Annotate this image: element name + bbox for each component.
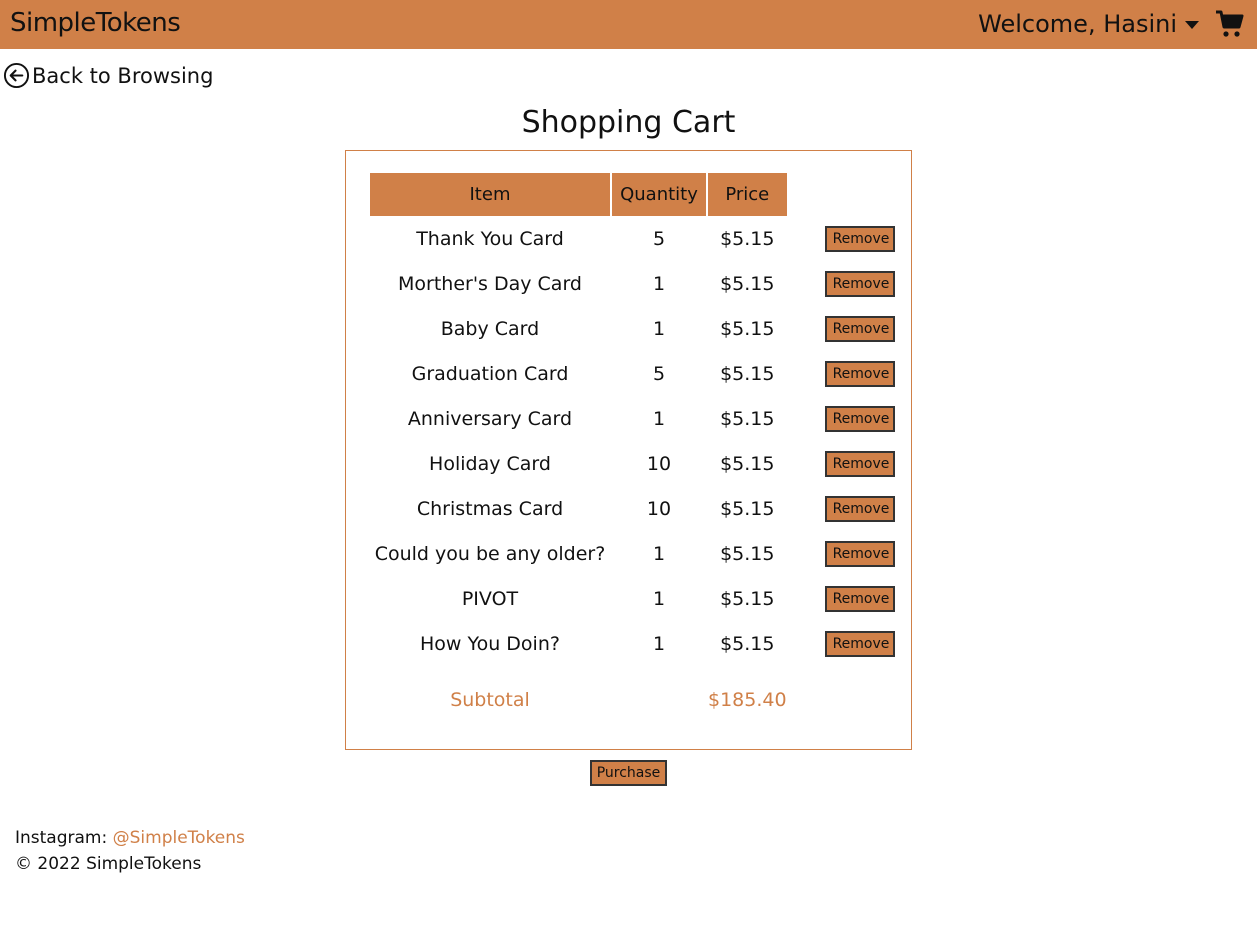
cart-table: Item Quantity Price Thank You Card 5 $5.15… bbox=[368, 173, 911, 726]
item-name: Baby Card bbox=[440, 317, 540, 340]
subtotal-spacer bbox=[612, 666, 706, 726]
chevron-down-icon[interactable] bbox=[1185, 21, 1199, 29]
item-action-cell: Remove bbox=[789, 486, 909, 531]
item-action-cell: Remove bbox=[789, 441, 909, 486]
table-row: Baby Card 1 $5.15 Remove bbox=[370, 306, 909, 351]
subtotal-row: Subtotal $185.40 bbox=[370, 666, 909, 726]
item-quantity: 5 bbox=[652, 227, 666, 250]
subtotal-value: $185.40 bbox=[708, 689, 787, 711]
remove-button[interactable]: Remove bbox=[824, 450, 895, 477]
table-row: Holiday Card 10 $5.15 Remove bbox=[370, 441, 909, 486]
item-price: $5.15 bbox=[720, 362, 775, 385]
table-row: Could you be any older? 1 $5.15 Remove bbox=[370, 531, 909, 576]
instagram-label: Instagram: bbox=[15, 828, 108, 848]
page-title: Shopping Cart bbox=[521, 105, 736, 140]
item-action-cell: Remove bbox=[789, 261, 909, 306]
item-action-cell: Remove bbox=[789, 216, 909, 261]
remove-button[interactable]: Remove bbox=[824, 585, 895, 612]
shopping-cart-icon[interactable] bbox=[1215, 9, 1245, 39]
item-name: Anniversary Card bbox=[407, 407, 573, 430]
item-price: $5.15 bbox=[720, 317, 775, 340]
table-row: PIVOT 1 $5.15 Remove bbox=[370, 576, 909, 621]
column-header-action bbox=[789, 173, 909, 216]
table-header-row: Item Quantity Price bbox=[370, 173, 909, 216]
item-price: $5.15 bbox=[720, 272, 775, 295]
item-price: $5.15 bbox=[720, 632, 775, 655]
column-header-quantity: Quantity bbox=[612, 173, 706, 216]
item-name: PIVOT bbox=[461, 587, 519, 610]
table-row: Anniversary Card 1 $5.15 Remove bbox=[370, 396, 909, 441]
item-price: $5.15 bbox=[720, 497, 775, 520]
item-quantity: 1 bbox=[652, 317, 666, 340]
item-name: Graduation Card bbox=[411, 362, 569, 385]
item-quantity: 5 bbox=[652, 362, 666, 385]
copyright: © 2022 SimpleTokens bbox=[15, 854, 202, 874]
item-price: $5.15 bbox=[720, 587, 775, 610]
cart-panel: Item Quantity Price Thank You Card 5 $5.15… bbox=[345, 150, 912, 750]
item-action-cell: Remove bbox=[789, 576, 909, 621]
item-action-cell: Remove bbox=[789, 306, 909, 351]
item-price: $5.15 bbox=[720, 227, 775, 250]
item-name: Could you be any older? bbox=[374, 542, 606, 565]
item-quantity: 1 bbox=[652, 272, 666, 295]
item-price: $5.15 bbox=[720, 542, 775, 565]
item-quantity: 10 bbox=[646, 452, 672, 475]
column-header-item: Item bbox=[370, 173, 610, 216]
table-row: Morther's Day Card 1 $5.15 Remove bbox=[370, 261, 909, 306]
item-name: Thank You Card bbox=[416, 227, 564, 250]
arrow-left-circle-icon bbox=[3, 62, 30, 89]
top-navbar: SimpleTokens Welcome, Hasini bbox=[0, 0, 1257, 49]
remove-button[interactable]: Remove bbox=[824, 315, 895, 342]
back-link-label: Back to Browsing bbox=[32, 63, 214, 88]
table-row: How You Doin? 1 $5.15 Remove bbox=[370, 621, 909, 666]
item-price: $5.15 bbox=[720, 407, 775, 430]
table-row: Graduation Card 5 $5.15 Remove bbox=[370, 351, 909, 396]
item-name: How You Doin? bbox=[420, 632, 560, 655]
table-row: Thank You Card 5 $5.15 Remove bbox=[370, 216, 909, 261]
purchase-button[interactable]: Purchase bbox=[590, 760, 667, 786]
item-action-cell: Remove bbox=[789, 531, 909, 576]
column-header-price: Price bbox=[708, 173, 787, 216]
item-action-cell: Remove bbox=[789, 621, 909, 666]
remove-button[interactable]: Remove bbox=[824, 225, 895, 252]
user-menu[interactable]: Welcome, Hasini bbox=[978, 10, 1199, 38]
item-quantity: 1 bbox=[652, 407, 666, 430]
brand-logo[interactable]: SimpleTokens bbox=[10, 8, 181, 38]
instagram-link[interactable]: @SimpleTokens bbox=[113, 828, 245, 848]
item-name: Morther's Day Card bbox=[398, 272, 582, 295]
item-quantity: 1 bbox=[652, 542, 666, 565]
table-row: Christmas Card 10 $5.15 Remove bbox=[370, 486, 909, 531]
remove-button[interactable]: Remove bbox=[824, 540, 895, 567]
item-action-cell: Remove bbox=[789, 396, 909, 441]
item-quantity: 1 bbox=[652, 587, 666, 610]
remove-button[interactable]: Remove bbox=[824, 360, 895, 387]
remove-button[interactable]: Remove bbox=[824, 630, 895, 657]
item-name: Holiday Card bbox=[429, 452, 551, 475]
item-name: Christmas Card bbox=[416, 497, 564, 520]
item-action-cell: Remove bbox=[789, 351, 909, 396]
subtotal-spacer bbox=[789, 666, 909, 726]
subtotal-label: Subtotal bbox=[450, 689, 530, 711]
remove-button[interactable]: Remove bbox=[824, 405, 895, 432]
item-quantity: 1 bbox=[652, 632, 666, 655]
remove-button[interactable]: Remove bbox=[824, 270, 895, 297]
welcome-text: Welcome, Hasini bbox=[978, 10, 1177, 38]
back-to-browsing-link[interactable]: Back to Browsing bbox=[3, 62, 213, 89]
item-price: $5.15 bbox=[720, 452, 775, 475]
remove-button[interactable]: Remove bbox=[824, 495, 895, 522]
item-quantity: 10 bbox=[646, 497, 672, 520]
footer: Instagram: @SimpleTokens © 2022 SimpleTo… bbox=[15, 825, 245, 877]
instagram-line: Instagram: @SimpleTokens bbox=[15, 825, 245, 851]
